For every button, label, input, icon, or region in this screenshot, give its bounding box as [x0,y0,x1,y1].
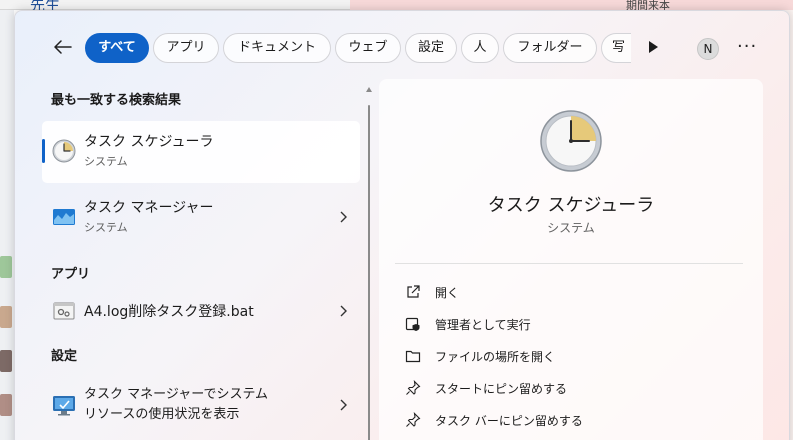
action-open[interactable]: 開く [395,277,747,307]
result-title-line-1: タスク マネージャーでシステム [84,387,269,402]
result-task-scheduler[interactable]: タスク スケジューラ システム [42,121,360,183]
folder-icon [405,350,421,363]
clock-icon [540,110,602,172]
filter-bar: すべて アプリ ドキュメント ウェブ 設定 人 フォルダー 写 N ··· [15,31,789,63]
monitor-settings-icon [53,396,75,416]
chevron-right-icon[interactable] [338,305,348,317]
result-title: タスク マネージャー [84,200,214,216]
tab-people[interactable]: 人 [461,33,499,63]
result-title: A4.log削除タスク登録.bat [84,304,254,320]
back-button[interactable] [51,35,75,59]
detail-pane: タスク スケジューラ システム 開く 管理者として実行 ファイルの場所を開く ス… [379,79,763,440]
background-grid [350,0,793,10]
action-pin-to-start[interactable]: スタートにピン留めする [395,373,747,403]
result-title: タスク マネージャーでシステム リソースの使用状況を表示 [84,385,268,425]
apps-header: アプリ [51,267,91,282]
tab-web[interactable]: ウェブ [335,33,401,63]
batch-file-icon [53,302,75,320]
chevron-right-icon[interactable] [338,211,348,223]
clock-icon [52,139,76,163]
result-title-line-2: リソースの使用状況を表示 [84,407,240,422]
tab-settings[interactable]: 設定 [405,33,457,63]
back-arrow-icon [54,40,72,54]
pin-icon [406,380,421,395]
action-pin-to-taskbar[interactable]: タスク バーにピン留めする [395,405,747,435]
search-panel: すべて アプリ ドキュメント ウェブ 設定 人 フォルダー 写 N ··· 最も… [14,10,790,440]
admin-shield-icon [405,317,420,331]
tab-all[interactable]: すべて [85,33,149,63]
best-match-header: 最も一致する検索結果 [51,93,182,108]
result-task-manager[interactable]: タスク マネージャー システム [42,187,360,249]
divider [395,263,743,264]
action-open-file-location[interactable]: ファイルの場所を開く [395,341,747,371]
detail-subtitle: システム [547,221,595,235]
action-label: タスク バーにピン留めする [435,414,583,428]
scroll-up-icon[interactable] [366,87,372,92]
tab-apps[interactable]: アプリ [153,33,219,63]
settings-header: 設定 [51,349,78,364]
result-title: タスク スケジューラ [84,134,214,150]
result-subtitle: システム [84,221,128,234]
results-list: 最も一致する検索結果 タスク スケジューラ システム タスク マネージャー シス… [15,81,367,440]
chevron-right-icon[interactable] [338,399,348,411]
task-manager-icon [53,209,75,225]
action-run-as-admin[interactable]: 管理者として実行 [395,309,747,339]
detail-title: タスク スケジューラ [487,195,655,216]
action-label: 開く [435,286,460,300]
tab-documents[interactable]: ドキュメント [223,33,331,63]
scroll-tabs-right-icon[interactable] [647,40,659,54]
tab-photos[interactable]: 写 [601,33,631,63]
pin-icon [406,412,421,427]
avatar[interactable]: N [697,38,719,60]
open-external-icon [407,285,420,298]
action-label: ファイルの場所を開く [435,350,556,364]
result-view-resource-usage[interactable]: タスク マネージャーでシステム リソースの使用状況を表示 [42,377,360,433]
results-scrollbar[interactable] [365,87,373,440]
action-label: スタートにピン留めする [435,382,568,396]
tab-folders[interactable]: フォルダー [503,33,597,63]
action-label: 管理者として実行 [435,318,531,332]
result-batch-file[interactable]: A4.log削除タスク登録.bat [42,283,360,337]
background-left-edge [0,10,14,440]
result-subtitle: システム [84,155,128,168]
selection-indicator [42,139,45,163]
scrollbar-thumb[interactable] [368,105,370,440]
more-options-button[interactable]: ··· [737,37,757,57]
